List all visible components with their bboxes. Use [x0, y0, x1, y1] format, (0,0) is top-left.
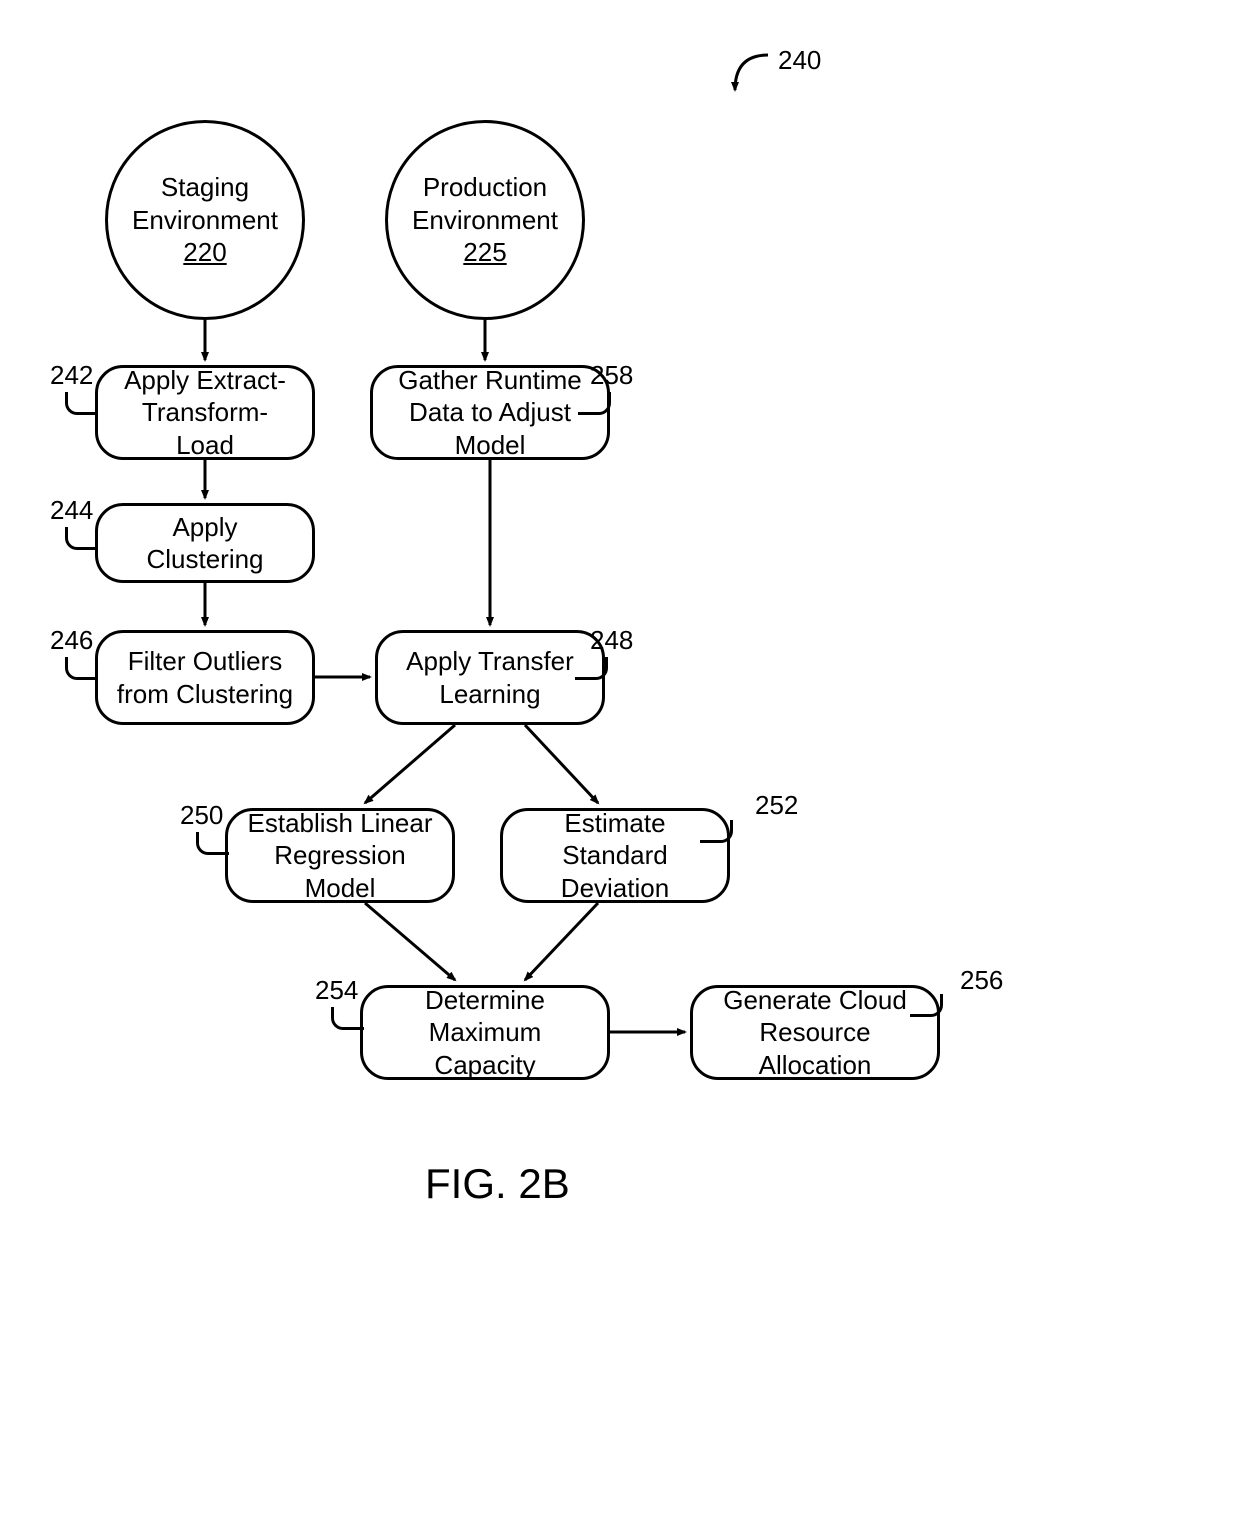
ref-248: 248	[590, 625, 633, 656]
ref-tick-256	[910, 994, 943, 1017]
ref-252: 252	[755, 790, 798, 821]
staging-line1: Staging	[161, 171, 249, 204]
ref-tick-252	[700, 820, 733, 843]
ref-258: 258	[590, 360, 633, 391]
node-transfer-learning: Apply Transfer Learning	[375, 630, 605, 725]
ref-tick-248	[575, 657, 608, 680]
ref-246: 246	[50, 625, 93, 656]
node-max-capacity: Determine Maximum Capacity	[360, 985, 610, 1080]
ref-tick-242	[65, 392, 98, 415]
node-filter-outliers: Filter Outliers from Clustering	[95, 630, 315, 725]
figure-caption: FIG. 2B	[425, 1160, 570, 1208]
ref-tick-244	[65, 527, 98, 550]
staging-ref: 220	[183, 236, 226, 269]
ref-tick-246	[65, 657, 98, 680]
node-std-deviation: Estimate Standard Deviation	[500, 808, 730, 903]
diagram-canvas: 240 Staging Environment 220 Production E…	[0, 0, 1240, 1526]
ref-244: 244	[50, 495, 93, 526]
ref-tick-250	[196, 832, 229, 855]
production-ref: 225	[463, 236, 506, 269]
figure-ref-240: 240	[778, 45, 821, 76]
production-line1: Production	[423, 171, 547, 204]
ref-tick-258	[578, 392, 611, 415]
ref-256: 256	[960, 965, 1003, 996]
node-gather-runtime: Gather Runtime Data to Adjust Model	[370, 365, 610, 460]
ref-tick-254	[331, 1007, 364, 1030]
ref-254: 254	[315, 975, 358, 1006]
node-production-environment: Production Environment 225	[385, 120, 585, 320]
production-line2: Environment	[412, 204, 558, 237]
staging-line2: Environment	[132, 204, 278, 237]
ref-250: 250	[180, 800, 223, 831]
node-clustering: Apply Clustering	[95, 503, 315, 583]
node-linear-regression: Establish Linear Regression Model	[225, 808, 455, 903]
node-staging-environment: Staging Environment 220	[105, 120, 305, 320]
ref-242: 242	[50, 360, 93, 391]
node-cloud-resource-allocation: Generate Cloud Resource Allocation	[690, 985, 940, 1080]
node-etl: Apply Extract-Transform-Load	[95, 365, 315, 460]
